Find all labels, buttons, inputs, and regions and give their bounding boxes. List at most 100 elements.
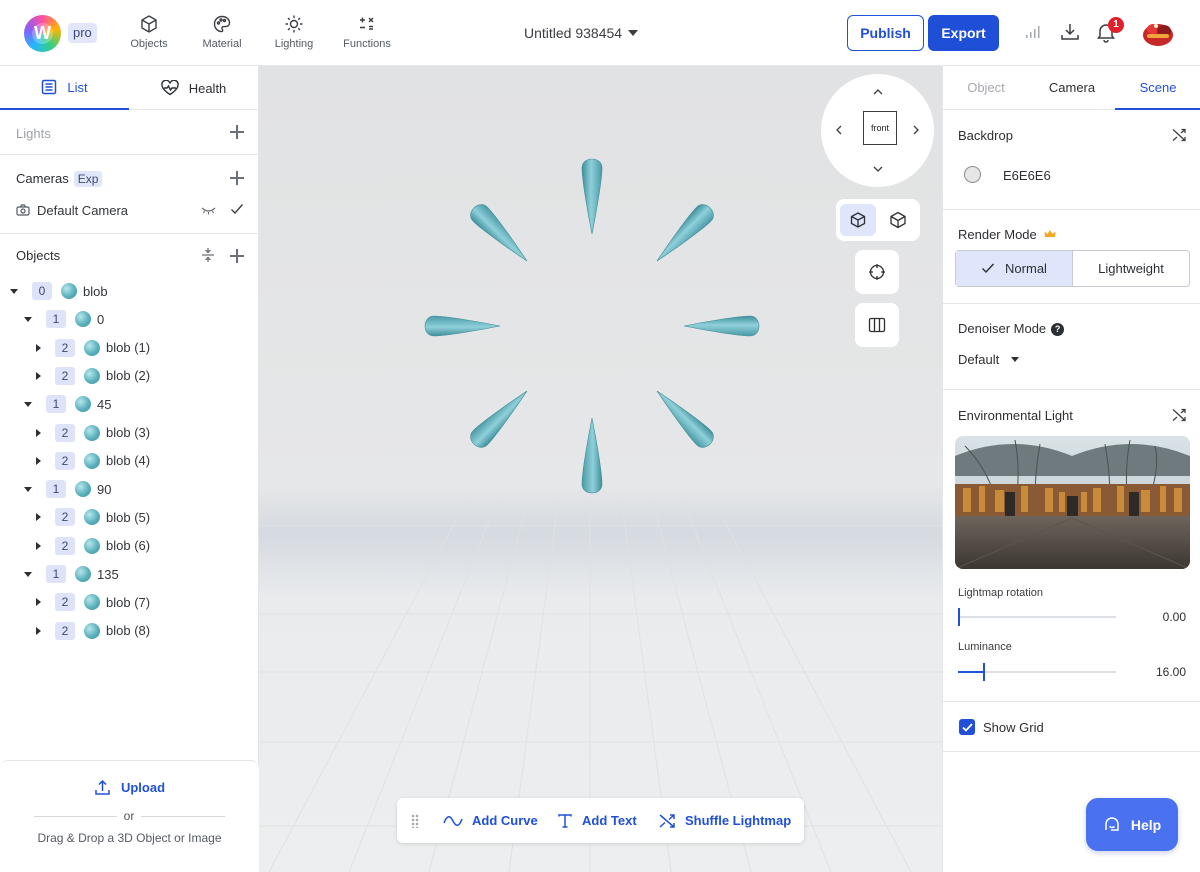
caret-down-icon[interactable] [24,571,32,577]
tree-item[interactable]: 2 blob (3) [34,422,150,444]
add-curve-button[interactable]: Add Curve [443,798,538,843]
publish-button[interactable]: Publish [847,15,924,51]
tool-label: Objects [130,38,168,50]
shuffle-icon[interactable] [1172,128,1186,142]
lightmap-rotation-value[interactable]: 0.00 [1128,610,1186,624]
backdrop-hex-value[interactable]: E6E6E6 [1003,168,1051,183]
show-grid-label[interactable]: Show Grid [983,720,1044,735]
tree-item[interactable]: 2 blob (8) [34,620,150,642]
caret-right-icon[interactable] [36,598,41,607]
avatar[interactable] [1141,17,1175,49]
caret-right-icon[interactable] [36,371,41,380]
document-title[interactable]: Untitled 938454 [524,25,622,41]
tab-object[interactable]: Object [943,66,1029,110]
tree-item[interactable]: 2 blob (4) [34,450,150,472]
chevron-up-icon[interactable] [872,86,884,98]
caret-right-icon[interactable] [36,541,41,550]
add-light-icon[interactable] [230,125,244,139]
caret-right-icon[interactable] [36,626,41,635]
camera-item[interactable]: Default Camera [16,199,128,221]
caret-down-icon[interactable] [10,288,18,294]
split-view-button[interactable] [855,303,899,347]
upload-area[interactable]: Upload or Drag & Drop a 3D Object or Ima… [0,760,259,872]
shuffle-icon[interactable] [1172,408,1186,422]
tree-item[interactable]: 2 blob (5) [34,506,150,528]
tab-scene[interactable]: Scene [1115,66,1200,110]
caret-right-icon[interactable] [36,343,41,352]
tab-camera[interactable]: Camera [1029,66,1115,110]
caret-right-icon[interactable] [36,456,41,465]
export-button[interactable]: Export [928,15,999,51]
text-icon [558,813,572,828]
tree-item[interactable]: 10 [24,308,104,330]
eye-closed-icon[interactable] [201,205,216,215]
tree-item[interactable]: 1 45 [24,393,111,415]
chevron-down-icon[interactable] [628,30,638,36]
app-logo[interactable]: W [24,15,61,52]
level-badge: 2 [55,508,75,527]
tree-item[interactable]: 2 blob (6) [34,535,150,557]
download-icon[interactable] [1058,20,1082,44]
perspective-button[interactable] [880,204,916,236]
3d-viewport[interactable]: front Add Curve Add Text Shuffle Lightma… [259,66,942,872]
tree-item[interactable]: 0 blob [10,280,108,302]
level-badge: 2 [55,423,75,442]
blob-object[interactable] [650,201,717,268]
chevron-right-icon[interactable] [910,124,922,136]
caret-right-icon[interactable] [36,513,41,522]
help-button[interactable]: Help [1086,798,1178,851]
tool-functions[interactable]: Functions [332,14,402,50]
caret-down-icon[interactable] [24,486,32,492]
blob-object[interactable] [581,417,603,494]
caret-right-icon[interactable] [36,428,41,437]
signal-icon[interactable] [1021,20,1045,44]
slider-thumb[interactable] [958,608,960,626]
slider-thumb[interactable] [983,663,986,681]
check-icon[interactable] [230,203,244,215]
show-grid-checkbox[interactable] [959,719,975,735]
backdrop-color-swatch[interactable] [964,166,981,183]
add-object-icon[interactable] [230,249,244,263]
focus-button[interactable] [855,250,899,294]
luminance-value[interactable]: 16.00 [1128,665,1186,679]
tree-item[interactable]: 1 90 [24,478,111,500]
caret-down-icon[interactable] [24,316,32,322]
luminance-slider[interactable] [958,663,1116,681]
upload-button[interactable]: Upload [0,779,259,796]
view-face-front[interactable]: front [863,111,897,145]
tree-item[interactable]: 2 blob (2) [34,365,150,387]
blob-object[interactable] [467,384,534,451]
tab-list[interactable]: List [0,66,129,110]
chevron-down-icon[interactable] [1011,357,1019,362]
sphere-icon [84,452,100,469]
collapse-all-icon[interactable] [201,247,215,263]
render-mode-lightweight[interactable]: Lightweight [1073,251,1189,286]
blob-object[interactable] [467,201,534,268]
add-text-button[interactable]: Add Text [557,798,637,843]
tool-objects[interactable]: Objects [114,14,184,50]
tree-item[interactable]: 2 blob (1) [34,337,150,359]
render-mode-normal[interactable]: Normal [956,251,1073,286]
chevron-left-icon[interactable] [833,124,845,136]
sphere-icon [75,566,91,582]
shuffle-lightmap-button[interactable]: Shuffle Lightmap [659,798,791,843]
help-circle-icon[interactable]: ? [1051,323,1065,336]
add-camera-icon[interactable] [230,171,244,185]
denoiser-select[interactable]: Default [958,352,999,367]
blob-object[interactable] [683,315,760,337]
blob-object[interactable] [424,315,501,337]
tool-lighting[interactable]: Lighting [259,14,329,50]
shuffle-lightmap-label: Shuffle Lightmap [685,813,792,828]
blob-object[interactable] [581,158,603,235]
orthographic-button[interactable] [840,204,876,236]
environment-map-preview[interactable] [955,436,1190,569]
blob-object[interactable] [650,384,717,451]
tab-health[interactable]: Health [129,66,258,110]
lightmap-rotation-slider[interactable] [958,608,1116,626]
caret-down-icon[interactable] [24,401,32,407]
tool-material[interactable]: Material [187,14,257,50]
tree-item[interactable]: 1 135 [24,563,119,585]
tree-item[interactable]: 2 blob (7) [34,591,150,613]
drag-handle-icon[interactable] [411,814,419,828]
chevron-down-icon[interactable] [872,163,884,175]
